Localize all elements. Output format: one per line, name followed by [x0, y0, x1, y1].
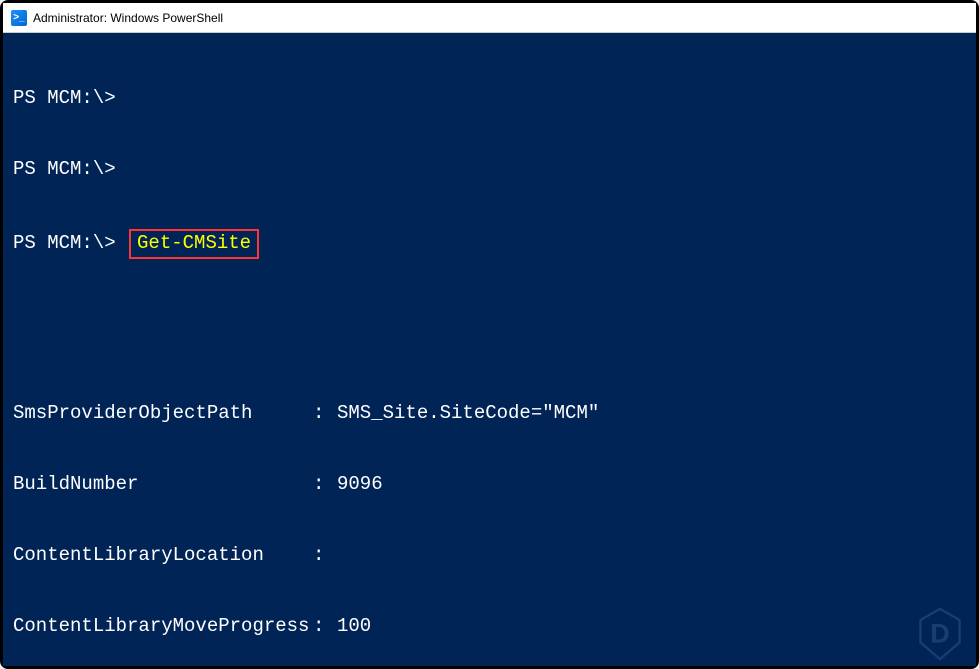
- prop-name: ContentLibraryLocation: [13, 544, 313, 568]
- prompt-line: PS MCM:\> Get-CMSite: [13, 229, 966, 259]
- prop-name: BuildNumber: [13, 473, 313, 497]
- prompt: PS MCM:\>: [13, 158, 116, 182]
- prompt: PS MCM:\>: [13, 232, 127, 256]
- colon: :: [313, 473, 337, 497]
- window-titlebar[interactable]: >_ Administrator: Windows PowerShell: [3, 3, 976, 33]
- output-block: SmsProviderObjectPath: SMS_Site.SiteCode…: [13, 354, 966, 666]
- colon: :: [313, 615, 337, 639]
- watermark-icon: D: [912, 606, 968, 662]
- output-row: BuildNumber: 9096: [13, 473, 966, 497]
- output-row: SmsProviderObjectPath: SMS_Site.SiteCode…: [13, 402, 966, 426]
- prop-value: 9096: [337, 473, 383, 497]
- prop-value: 100: [337, 615, 371, 639]
- command-highlight: Get-CMSite: [129, 229, 259, 259]
- colon: :: [313, 544, 337, 568]
- prop-name: ContentLibraryMoveProgress: [13, 615, 313, 639]
- terminal-area[interactable]: PS MCM:\> PS MCM:\> PS MCM:\> Get-CMSite…: [3, 33, 976, 666]
- colon: :: [313, 402, 337, 426]
- prompt: PS MCM:\>: [13, 87, 116, 111]
- prompt-line: PS MCM:\>: [13, 158, 966, 182]
- prop-value: SMS_Site.SiteCode="MCM": [337, 402, 599, 426]
- output-row: ContentLibraryLocation:: [13, 544, 966, 568]
- output-row: ContentLibraryMoveProgress: 100: [13, 615, 966, 639]
- svg-text:D: D: [930, 618, 949, 648]
- prompt-line: PS MCM:\>: [13, 87, 966, 111]
- powershell-icon: >_: [11, 10, 27, 26]
- prop-name: SmsProviderObjectPath: [13, 402, 313, 426]
- window-title: Administrator: Windows PowerShell: [33, 11, 223, 25]
